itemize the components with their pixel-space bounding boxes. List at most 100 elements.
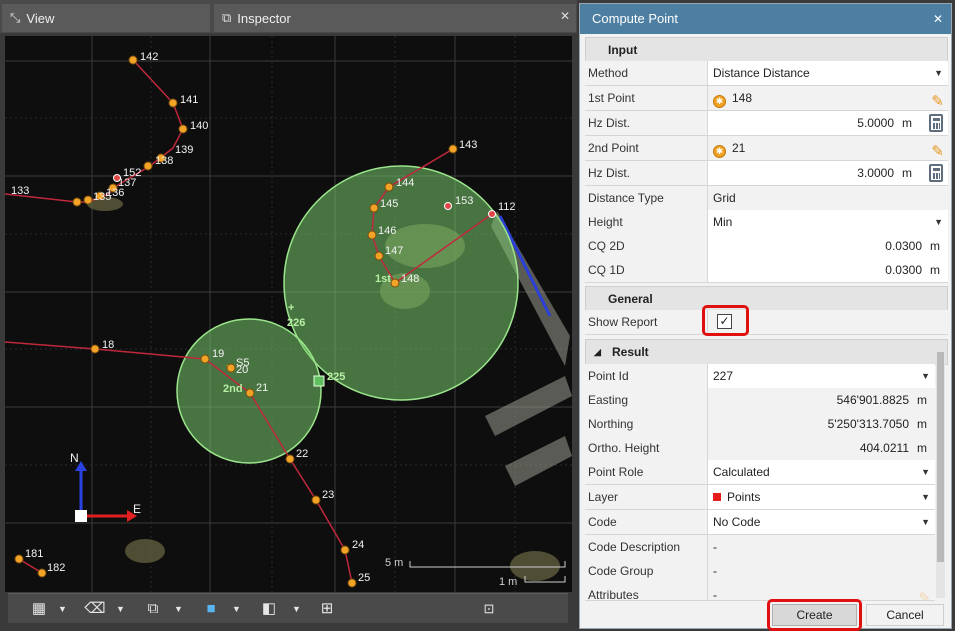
easting-value-cell: 546'901.8825 m (708, 388, 935, 412)
calculator-icon[interactable] (929, 164, 943, 182)
point-label: 25 (358, 572, 370, 584)
cancel-button[interactable]: Cancel (866, 604, 944, 626)
chevron-down-icon[interactable]: ▼ (292, 598, 302, 620)
point-id-label: Point Id (585, 364, 708, 388)
point-label: 147 (385, 245, 403, 257)
unit-label: m (930, 239, 940, 253)
section-result-title: Result (612, 345, 649, 359)
hz-dist-1-input[interactable]: 5.0000 m (708, 111, 948, 135)
code-select[interactable]: No Code ▼ (708, 510, 935, 534)
cq2d-label: CQ 2D (585, 234, 708, 258)
section-general: General (585, 286, 948, 312)
tab-inspector-label: Inspector (237, 10, 291, 26)
point-star-icon: ✱ (713, 145, 726, 158)
method-value: Distance Distance (713, 66, 810, 80)
chevron-down-icon: ▼ (921, 492, 930, 502)
first-point-field[interactable]: ✱ 148 ✎ (708, 86, 948, 110)
cube-icon[interactable]: ■ (200, 598, 222, 620)
row-code-description: Code Description - (585, 535, 935, 560)
cq2d-input[interactable]: 0.0300 m (708, 234, 948, 258)
northing-value-cell: 5'250'313.7050 m (708, 412, 935, 436)
row-code-group: Code Group - (585, 559, 935, 584)
code-description-value: - (708, 535, 935, 559)
easting-label: Easting (585, 388, 708, 412)
code-label: Code (585, 510, 708, 534)
unit-label: m (917, 441, 927, 455)
calculator-icon[interactable] (929, 114, 943, 132)
row-distance-type: Distance Type Grid (585, 186, 948, 211)
map-view[interactable]: + 142 141 140 139 138 152 137 136 135 13… (5, 36, 572, 592)
easting-value: 546'901.8825 (836, 393, 909, 407)
point-226-label: 226 (287, 317, 305, 329)
code-value: No Code (713, 515, 761, 529)
point-id-select[interactable]: 227 ▼ (708, 364, 935, 388)
point-label: 153 (455, 195, 473, 207)
chevron-down-icon[interactable]: ▼ (232, 598, 242, 620)
eraser-icon[interactable]: ⌫ (84, 598, 106, 620)
fit-view-icon[interactable]: ⊡ (478, 598, 500, 620)
scrollbar-thumb[interactable] (937, 352, 944, 562)
first-point-label: 1st Point (585, 86, 708, 110)
row-cq1d: CQ 1D 0.0300 m (585, 258, 948, 283)
height-value: Min (713, 215, 733, 229)
ortho-height-value: 404.0211 (859, 441, 909, 455)
point-label: 182 (47, 562, 65, 574)
tab-inspector[interactable]: ⧉ Inspector ✕ (214, 4, 576, 32)
chevron-down-icon[interactable]: ▼ (116, 598, 126, 620)
row-layer: Layer Points ▼ (585, 485, 935, 510)
gradient-icon[interactable]: ◧ (258, 598, 280, 620)
hz-dist-2-input[interactable]: 3.0000 m (708, 161, 948, 185)
highlight-create (767, 599, 862, 631)
east-label: E (133, 502, 141, 516)
box-icon[interactable]: ⧉ (142, 598, 164, 620)
point-label: 22 (296, 448, 308, 460)
section-input: Input (585, 37, 948, 63)
point-role-select[interactable]: Calculated ▼ (708, 460, 935, 484)
table-icon[interactable]: ⊞ (316, 598, 338, 620)
hz-dist-2-value: 3.0000 (857, 166, 894, 180)
hz-dist-1-label: Hz Dist. (585, 111, 708, 135)
cq1d-value: 0.0300 (885, 263, 922, 277)
row-hz-dist-1: Hz Dist. 5.0000 m (585, 111, 948, 136)
point-star-icon: ✱ (713, 95, 726, 108)
row-point-id: Point Id 227 ▼ (585, 364, 935, 389)
point-label: 112 (498, 201, 516, 213)
layer-label: Layer (585, 485, 708, 509)
second-point-label: 2nd Point (585, 136, 708, 160)
point-label: 181 (25, 548, 43, 560)
layer-select[interactable]: Points ▼ (708, 485, 935, 509)
svg-text:+: + (288, 302, 294, 314)
method-select[interactable]: Distance Distance ▼ (708, 61, 948, 85)
close-icon[interactable]: ✕ (933, 4, 943, 34)
ortho-height-value-cell: 404.0211 m (708, 436, 935, 460)
section-input-title: Input (608, 43, 638, 57)
point-label: 148 (401, 273, 419, 285)
northing-value: 5'250'313.7050 (827, 417, 909, 431)
chevron-down-icon[interactable]: ▼ (58, 598, 68, 620)
point-label: 144 (396, 177, 414, 189)
height-select[interactable]: Min ▼ (708, 210, 948, 234)
grid-icon[interactable]: ▦ (28, 598, 50, 620)
close-icon[interactable]: ✕ (560, 9, 570, 23)
collapse-triangle-icon[interactable]: ◢ (594, 340, 601, 364)
panel-title-bar: Compute Point ✕ (580, 4, 951, 34)
scale-label-5m: 5 m (385, 557, 403, 569)
cq1d-input[interactable]: 0.0300 m (708, 258, 948, 282)
inspector-icon: ⧉ (222, 10, 232, 25)
point-label: 142 (140, 51, 158, 63)
cq2d-value: 0.0300 (885, 239, 922, 253)
point-225-label: 225 (327, 371, 345, 383)
row-height: Height Min ▼ (585, 210, 948, 235)
second-point-field[interactable]: ✱ 21 ✎ (708, 136, 948, 160)
point-role-label: Point Role (585, 460, 708, 484)
result-scrollbar[interactable] (936, 340, 945, 598)
point-id-value: 227 (713, 369, 734, 383)
point-label: 138 (155, 155, 173, 167)
chevron-down-icon[interactable]: ▼ (174, 598, 184, 620)
distance-type-value: Grid (708, 186, 948, 210)
compute-point-panel: Compute Point ✕ Input Method Distance Di… (579, 3, 952, 629)
point-label: 19 (212, 348, 224, 360)
unit-label: m (902, 166, 912, 180)
row-code: Code No Code ▼ (585, 510, 935, 535)
tab-view[interactable]: ⤡ View (2, 4, 210, 32)
